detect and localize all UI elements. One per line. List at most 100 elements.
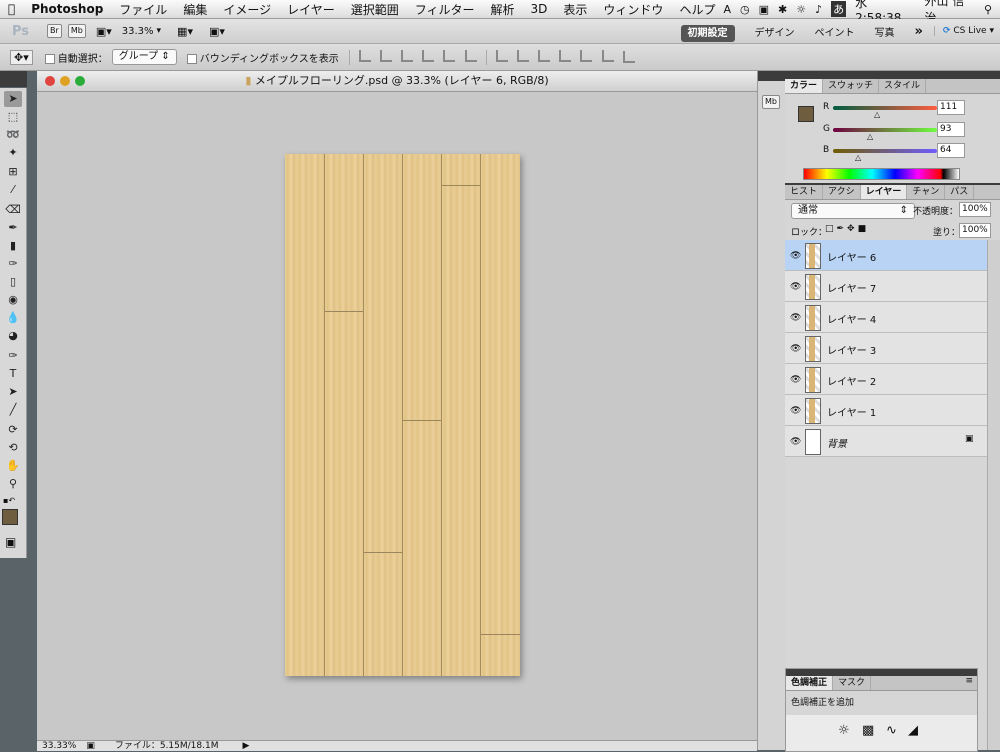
workspace-photography[interactable]: 写真 bbox=[866, 24, 904, 39]
close-window-icon[interactable] bbox=[45, 76, 55, 86]
menu-image[interactable]: イメージ bbox=[215, 1, 279, 18]
layers-scrollbar[interactable] bbox=[987, 240, 1000, 675]
healing-brush-tool-icon[interactable]: ⌫ bbox=[4, 202, 22, 218]
zoom-tool-icon[interactable]: ⚲ bbox=[4, 476, 22, 492]
display-icon[interactable]: ▣ bbox=[759, 3, 769, 16]
type-tool-icon[interactable]: T bbox=[4, 366, 22, 382]
align-top-icon[interactable] bbox=[358, 49, 371, 62]
adobe-icon[interactable]: A bbox=[723, 3, 731, 16]
r-value[interactable]: 111 bbox=[937, 100, 965, 115]
tab-swatches[interactable]: スウォッチ bbox=[823, 79, 880, 93]
menu-layer[interactable]: レイヤー bbox=[279, 1, 343, 18]
adjustments-scrollbar[interactable] bbox=[987, 668, 1000, 750]
apple-menu-icon[interactable]:  bbox=[0, 2, 23, 16]
image-canvas[interactable] bbox=[285, 154, 520, 676]
opacity-field[interactable]: 100% bbox=[959, 202, 991, 217]
ime-indicator[interactable]: あ bbox=[831, 1, 847, 17]
mini-bridge-button[interactable]: Mb bbox=[67, 24, 86, 38]
menu-3d[interactable]: 3D bbox=[523, 2, 556, 16]
b-slider[interactable] bbox=[833, 149, 937, 153]
panel-menu-icon[interactable]: ≡ bbox=[965, 676, 977, 690]
visibility-eye-icon[interactable]: 👁 bbox=[790, 313, 801, 323]
fill-field[interactable]: 100% bbox=[959, 223, 991, 238]
menu-help[interactable]: ヘルプ bbox=[671, 1, 723, 18]
clone-stamp-tool-icon[interactable]: ▮ bbox=[4, 238, 22, 254]
distribute-right-icon[interactable] bbox=[601, 49, 614, 62]
paint-bucket-tool-icon[interactable]: ◉ bbox=[4, 292, 22, 308]
lock-icon[interactable]: ▣ bbox=[965, 434, 974, 444]
distribute-bottom-icon[interactable] bbox=[538, 49, 551, 62]
color-ramp[interactable] bbox=[803, 168, 960, 180]
lasso-tool-icon[interactable]: ➿ bbox=[4, 127, 22, 143]
distribute-top-icon[interactable] bbox=[495, 49, 508, 62]
menu-file[interactable]: ファイル bbox=[111, 1, 175, 18]
menu-analysis[interactable]: 解析 bbox=[483, 1, 523, 18]
layer-row[interactable]: 👁 背景 ▣ bbox=[785, 426, 987, 457]
g-slider-thumb-icon[interactable]: △ bbox=[867, 132, 873, 141]
volume-icon[interactable]: ♪ bbox=[815, 3, 822, 16]
move-tool-preset[interactable]: ✥▾ bbox=[10, 49, 33, 65]
auto-align-icon[interactable] bbox=[622, 51, 635, 63]
3d-rotate-tool-icon[interactable]: ⟳ bbox=[4, 422, 22, 438]
screen-mode-icon[interactable]: ▣▾ bbox=[209, 25, 225, 38]
tab-histogram[interactable]: ヒスト bbox=[785, 185, 824, 199]
color-foreground-swatch[interactable] bbox=[798, 106, 814, 122]
b-slider-thumb-icon[interactable]: △ bbox=[855, 153, 861, 162]
g-value[interactable]: 93 bbox=[937, 122, 965, 137]
layer-row[interactable]: 👁 レイヤー 7 bbox=[785, 271, 987, 302]
curves-icon[interactable]: ∿ bbox=[886, 723, 897, 738]
workspace-essentials[interactable]: 初期設定 bbox=[672, 24, 744, 42]
eraser-tool-icon[interactable]: ▯ bbox=[4, 274, 22, 290]
brightness-contrast-icon[interactable]: ☼ bbox=[838, 723, 850, 738]
auto-select-checkbox[interactable]: 自動選択： bbox=[44, 50, 108, 65]
tools-panel-header[interactable] bbox=[0, 71, 27, 87]
document-title-bar[interactable]: ▮ メイプルフローリング.psd @ 33.3% (レイヤー 6, RGB/8) bbox=[37, 71, 757, 92]
lock-icons[interactable]: □✒✥■ bbox=[825, 224, 869, 234]
move-tool-icon[interactable]: ➤ bbox=[4, 91, 22, 107]
distribute-vcenter-icon[interactable] bbox=[516, 49, 529, 62]
align-left-icon[interactable] bbox=[422, 49, 435, 62]
time-machine-icon[interactable]: ◷ bbox=[740, 3, 750, 16]
history-brush-tool-icon[interactable]: ✑ bbox=[4, 256, 22, 272]
arrange-documents-icon[interactable]: ▦▾ bbox=[177, 25, 193, 38]
blur-tool-icon[interactable]: 💧 bbox=[4, 310, 22, 326]
mini-bridge-panel-icon[interactable]: Mb bbox=[762, 95, 780, 109]
blend-mode-dropdown[interactable]: 通常 ⇕ bbox=[791, 203, 915, 219]
hand-tool-icon[interactable]: ✋ bbox=[4, 458, 22, 474]
layer-row[interactable]: 👁 レイヤー 6 bbox=[785, 240, 987, 271]
marquee-tool-icon[interactable]: ⬚ bbox=[4, 109, 22, 125]
menu-window[interactable]: ウィンドウ bbox=[595, 1, 671, 18]
layer-row[interactable]: 👁 レイヤー 1 bbox=[785, 395, 987, 426]
exposure-icon[interactable]: ◢ bbox=[908, 723, 918, 738]
eyedropper-tool-icon[interactable]: ⁄ bbox=[4, 182, 22, 198]
workspace-design[interactable]: デザイン bbox=[746, 24, 804, 39]
zoom-window-icon[interactable] bbox=[75, 76, 85, 86]
tab-paths[interactable]: パス bbox=[945, 185, 975, 199]
distribute-hcenter-icon[interactable] bbox=[580, 49, 593, 62]
quick-mask-icon[interactable]: ▣ bbox=[5, 535, 16, 549]
align-right-icon[interactable] bbox=[464, 49, 477, 62]
minimize-window-icon[interactable] bbox=[60, 76, 70, 86]
tab-actions[interactable]: アクシ bbox=[823, 185, 861, 199]
bridge-button[interactable]: Br bbox=[47, 24, 62, 38]
layer-row[interactable]: 👁 レイヤー 4 bbox=[785, 302, 987, 333]
tab-channels[interactable]: チャン bbox=[907, 185, 946, 199]
tab-styles[interactable]: スタイル bbox=[879, 79, 927, 93]
layer-row[interactable]: 👁 レイヤー 3 bbox=[785, 333, 987, 364]
layer-row[interactable]: 👁 レイヤー 2 bbox=[785, 364, 987, 395]
pen-tool-icon[interactable]: ✑ bbox=[4, 348, 22, 364]
menu-select[interactable]: 選択範囲 bbox=[343, 1, 407, 18]
more-workspaces-button[interactable]: » bbox=[906, 24, 932, 39]
align-vcenter-icon[interactable] bbox=[379, 49, 392, 62]
brush-tool-icon[interactable]: ✒ bbox=[4, 220, 22, 236]
tab-color[interactable]: カラー bbox=[785, 79, 824, 93]
r-slider-thumb-icon[interactable]: △ bbox=[874, 110, 880, 119]
levels-icon[interactable]: ▩ bbox=[862, 723, 874, 738]
view-extras-icon[interactable]: ▣▾ bbox=[96, 25, 112, 38]
foreground-color-swatch[interactable] bbox=[2, 509, 18, 525]
visibility-eye-icon[interactable]: 👁 bbox=[790, 251, 801, 261]
tab-layers[interactable]: レイヤー bbox=[860, 185, 908, 199]
cs-live-button[interactable]: ⟳ CS Live ▾ bbox=[933, 26, 994, 36]
visibility-eye-icon[interactable]: 👁 bbox=[790, 437, 801, 447]
quick-select-tool-icon[interactable]: ✦ bbox=[4, 145, 22, 161]
